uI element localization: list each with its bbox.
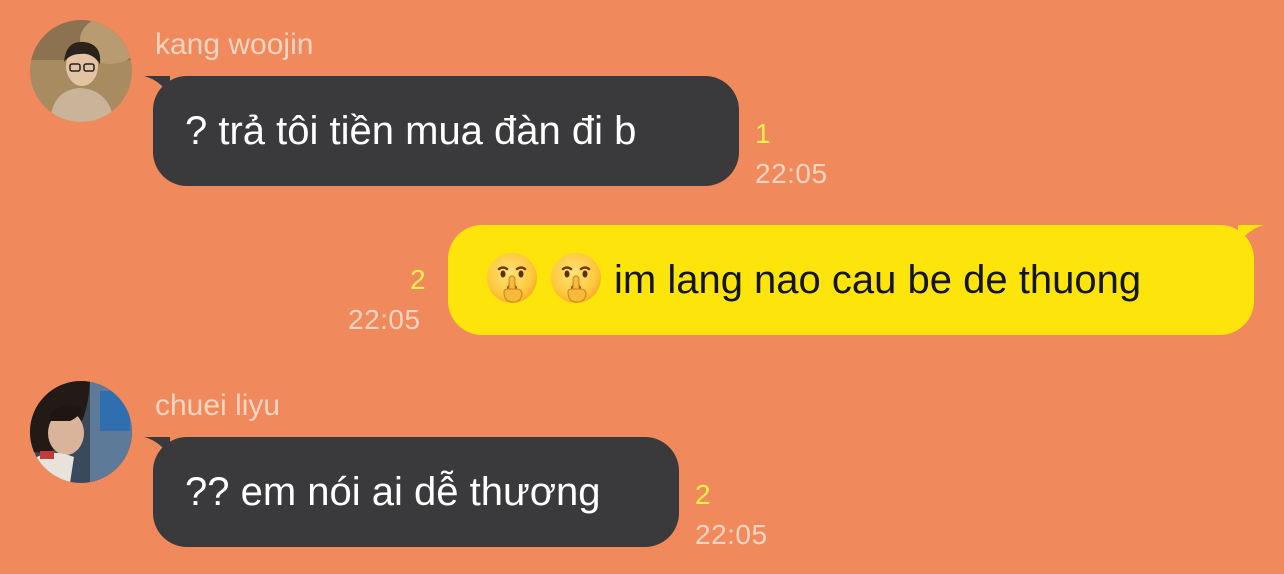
timestamp: 22:05 [695,519,768,550]
shushing-face-icon [550,252,602,304]
message-bubble[interactable]: ?? em nói ai dễ thương [153,437,679,547]
timestamp: 22:05 [755,158,828,189]
sender-name: kang woojin [155,28,314,61]
unread-count: 2 [695,479,711,510]
unread-count: 1 [755,118,771,149]
message-bubble[interactable]: ? trả tôi tiền mua đàn đi b [153,76,739,186]
bubble-tail [1238,225,1264,247]
avatar[interactable] [30,381,132,483]
message-text: ? trả tôi tiền mua đàn đi b [185,109,637,153]
sender-name: chuei liyu [155,389,281,422]
message-text: im lang nao cau be de thuong [614,258,1142,302]
message-bubble[interactable]: im lang nao cau be de thuong [448,225,1254,335]
unread-count: 2 [410,264,426,295]
timestamp: 22:05 [348,304,421,335]
message-text: ?? em nói ai dễ thương [185,470,601,514]
shushing-face-icon [486,252,538,304]
avatar[interactable] [30,20,132,122]
